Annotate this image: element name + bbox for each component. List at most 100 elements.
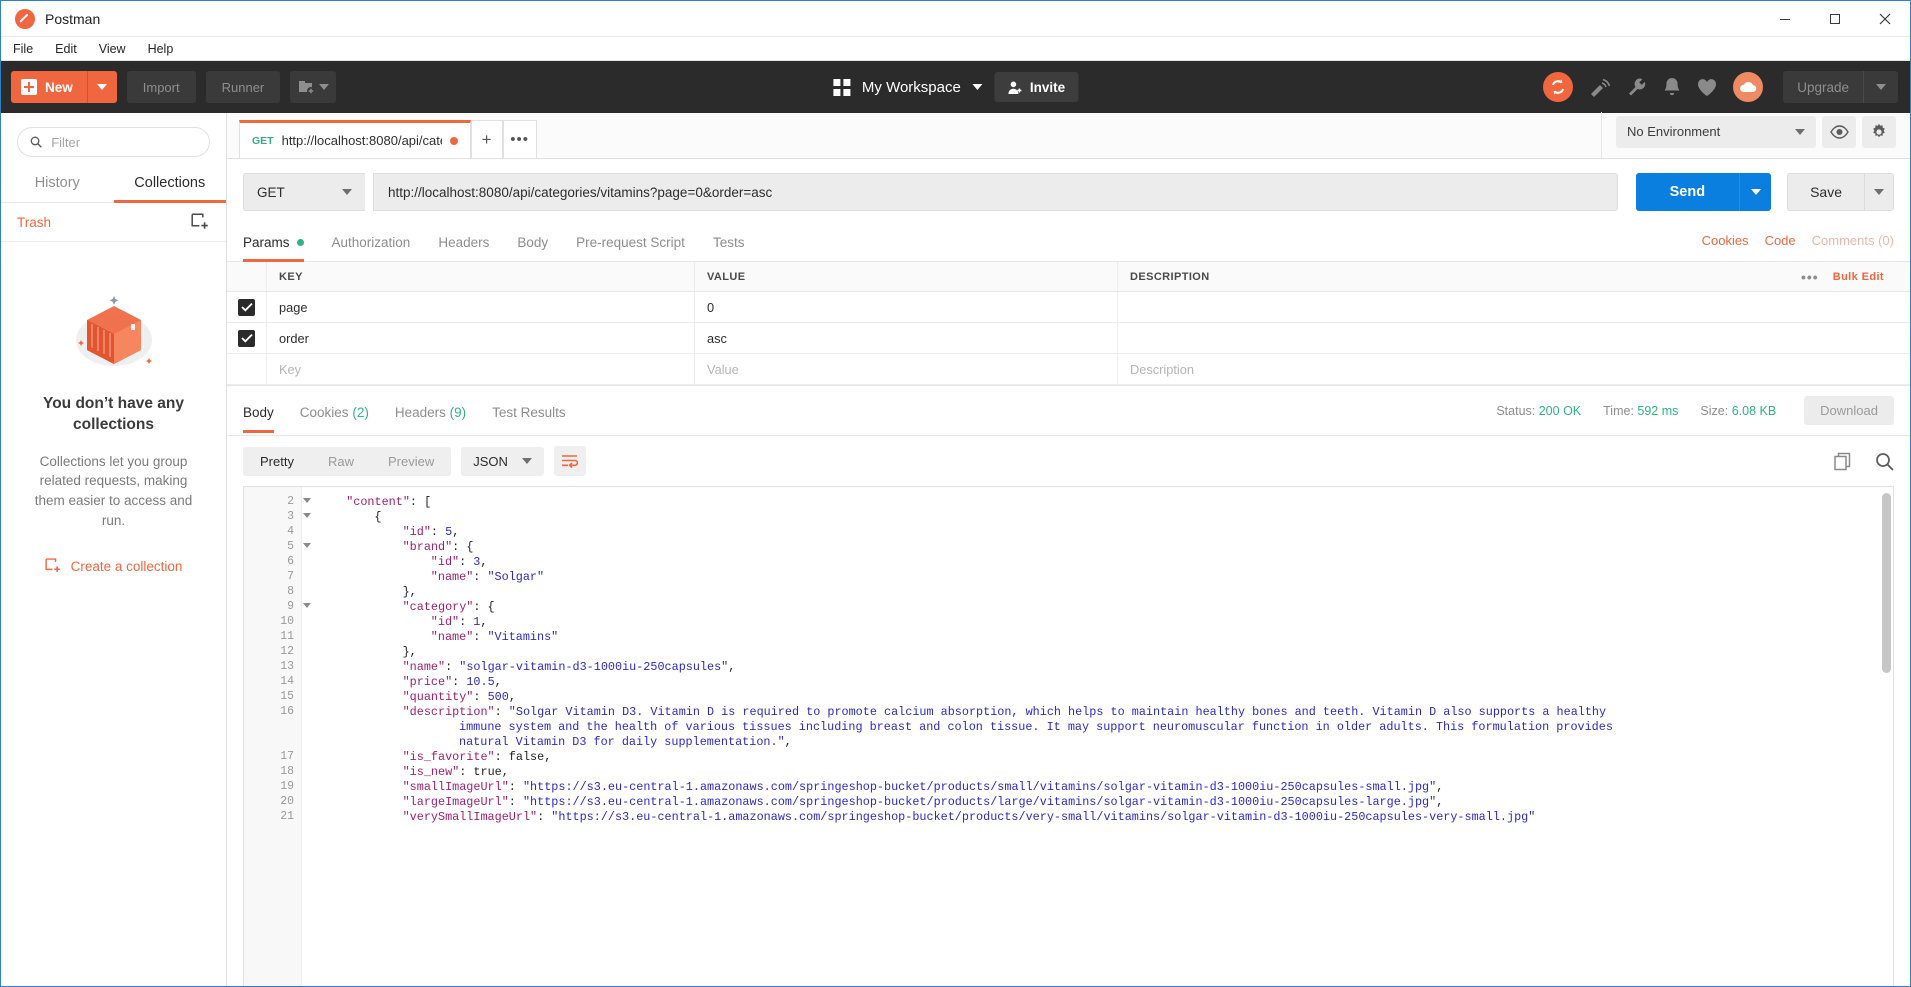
code-token: , [501, 765, 509, 779]
satellite-icon[interactable] [1589, 76, 1611, 98]
param-key[interactable]: order [267, 323, 695, 353]
tab-authorization[interactable]: Authorization [332, 227, 411, 262]
environment-quick-look-button[interactable] [1822, 115, 1856, 148]
filter-box[interactable] [17, 127, 210, 157]
response-scrollbar[interactable] [1882, 493, 1891, 673]
code-line-number [244, 720, 301, 735]
code-token: false [508, 750, 545, 764]
param-checkbox-cell-empty[interactable] [227, 354, 267, 384]
param-key[interactable]: page [267, 292, 695, 322]
trash-link[interactable]: Trash [17, 215, 51, 230]
cookies-link[interactable]: Cookies [1702, 233, 1749, 248]
send-options-button[interactable] [1739, 173, 1772, 211]
param-description[interactable] [1118, 323, 1910, 353]
new-collection-icon[interactable] [191, 213, 210, 231]
heart-icon[interactable] [1697, 78, 1717, 97]
code-line-number [244, 735, 301, 750]
param-checkbox-cell[interactable] [227, 323, 267, 353]
new-button-dropdown[interactable] [86, 71, 117, 103]
param-description-placeholder[interactable]: Description [1118, 354, 1910, 384]
param-description[interactable] [1118, 292, 1910, 322]
code-line-number: 2 [244, 495, 311, 510]
param-value[interactable]: 0 [695, 292, 1118, 322]
fold-caret-icon[interactable] [303, 498, 311, 503]
menu-file[interactable]: File [13, 42, 33, 56]
menu-help[interactable]: Help [148, 42, 174, 56]
table-row-empty[interactable]: Key Value Description [227, 354, 1910, 385]
environment-select[interactable]: No Environment [1616, 115, 1816, 148]
url-input[interactable] [373, 173, 1618, 211]
save-button[interactable]: Save [1787, 173, 1864, 211]
tab-headers[interactable]: Headers [438, 227, 489, 262]
response-tab-headers[interactable]: Headers (9) [395, 400, 466, 433]
code-content[interactable]: "content": [{"id": 5, "brand": {"id": 3, "… [302, 487, 1893, 986]
bell-icon[interactable] [1663, 77, 1681, 97]
response-tab-body[interactable]: Body [243, 400, 274, 433]
code-line-number: 12 [280, 645, 294, 658]
param-value[interactable]: asc [695, 323, 1118, 353]
param-value-placeholder[interactable]: Value [695, 354, 1118, 384]
search-icon[interactable] [1875, 452, 1894, 471]
sidebar-tab-collections[interactable]: Collections [113, 165, 226, 203]
wrench-icon[interactable] [1627, 77, 1647, 97]
menu-edit[interactable]: Edit [55, 42, 77, 56]
fold-caret-icon[interactable] [303, 603, 311, 608]
invite-button[interactable]: Invite [994, 72, 1079, 102]
download-button[interactable]: Download [1804, 396, 1894, 425]
environment-settings-button[interactable] [1862, 115, 1896, 148]
filter-input[interactable] [51, 134, 197, 150]
create-collection-button[interactable]: Create a collection [45, 558, 182, 574]
response-tab-cookies[interactable]: Cookies (2) [300, 400, 369, 433]
cloud-icon[interactable] [1733, 72, 1764, 102]
view-mode-raw[interactable]: Raw [311, 447, 371, 476]
request-tab[interactable]: GET http://localhost:8080/api/categor [239, 120, 471, 158]
tab-params[interactable]: Params [243, 227, 304, 262]
import-button[interactable]: Import [126, 71, 196, 103]
tab-tests[interactable]: Tests [713, 227, 745, 262]
copy-icon[interactable] [1834, 452, 1853, 471]
app-toolbar: New Import Runner My Workspace Invite Up… [1, 61, 1910, 113]
comments-link[interactable]: Comments (0) [1812, 233, 1894, 248]
fold-caret-icon[interactable] [303, 543, 311, 548]
code-token: : [ [409, 495, 432, 509]
http-method-select[interactable]: GET [243, 173, 365, 211]
param-key-placeholder[interactable]: Key [267, 354, 695, 384]
workspace-selector[interactable]: My Workspace Invite [832, 72, 1079, 102]
table-row[interactable]: page 0 [227, 292, 1910, 323]
new-button[interactable]: New [11, 71, 117, 103]
tab-options-button[interactable]: ••• [502, 120, 537, 158]
response-tab-test-results[interactable]: Test Results [492, 400, 566, 433]
view-mode-pretty[interactable]: Pretty [243, 447, 311, 476]
tab-pre-request-script[interactable]: Pre-request Script [576, 227, 685, 262]
tab-body[interactable]: Body [517, 227, 548, 262]
upgrade-dropdown[interactable] [1863, 71, 1898, 103]
param-checkbox-checked-icon[interactable] [238, 298, 255, 316]
new-tab-button[interactable]: + [470, 120, 503, 158]
save-options-button[interactable] [1864, 173, 1894, 211]
param-checkbox-checked-icon[interactable] [238, 329, 255, 347]
close-button[interactable] [1860, 1, 1910, 37]
maximize-button[interactable] [1810, 1, 1860, 37]
response-body-viewer[interactable]: 2 3 4 5 6 7 8 9 10 11 12 13 14 15 16 17 18 19 20 21 "conten… [243, 486, 1894, 986]
table-row[interactable]: order asc [227, 323, 1910, 354]
bulk-edit-button[interactable]: Bulk Edit [1833, 271, 1884, 283]
request-tab-title: http://localhost:8080/api/categor [281, 133, 442, 148]
code-link[interactable]: Code [1765, 233, 1796, 248]
code-line-number: 15 [280, 690, 294, 703]
upgrade-button[interactable]: Upgrade [1783, 71, 1898, 103]
fold-caret-icon[interactable] [303, 513, 311, 518]
params-more-options-button[interactable]: ••• [1801, 269, 1819, 285]
wrap-lines-button[interactable] [553, 446, 586, 476]
new-request-button[interactable] [290, 71, 337, 103]
minimize-button[interactable] [1760, 1, 1810, 37]
response-format-select[interactable]: JSON [461, 446, 544, 476]
menu-view[interactable]: View [99, 42, 126, 56]
sync-icon[interactable] [1543, 72, 1574, 102]
sidebar-tab-history[interactable]: History [1, 165, 114, 203]
send-button[interactable]: Send [1635, 173, 1740, 211]
workspace-grid-icon [832, 78, 850, 96]
view-mode-preview[interactable]: Preview [371, 447, 451, 476]
param-checkbox-cell[interactable] [227, 292, 267, 322]
runner-button[interactable]: Runner [205, 71, 281, 103]
code-line-number: 21 [280, 810, 294, 823]
